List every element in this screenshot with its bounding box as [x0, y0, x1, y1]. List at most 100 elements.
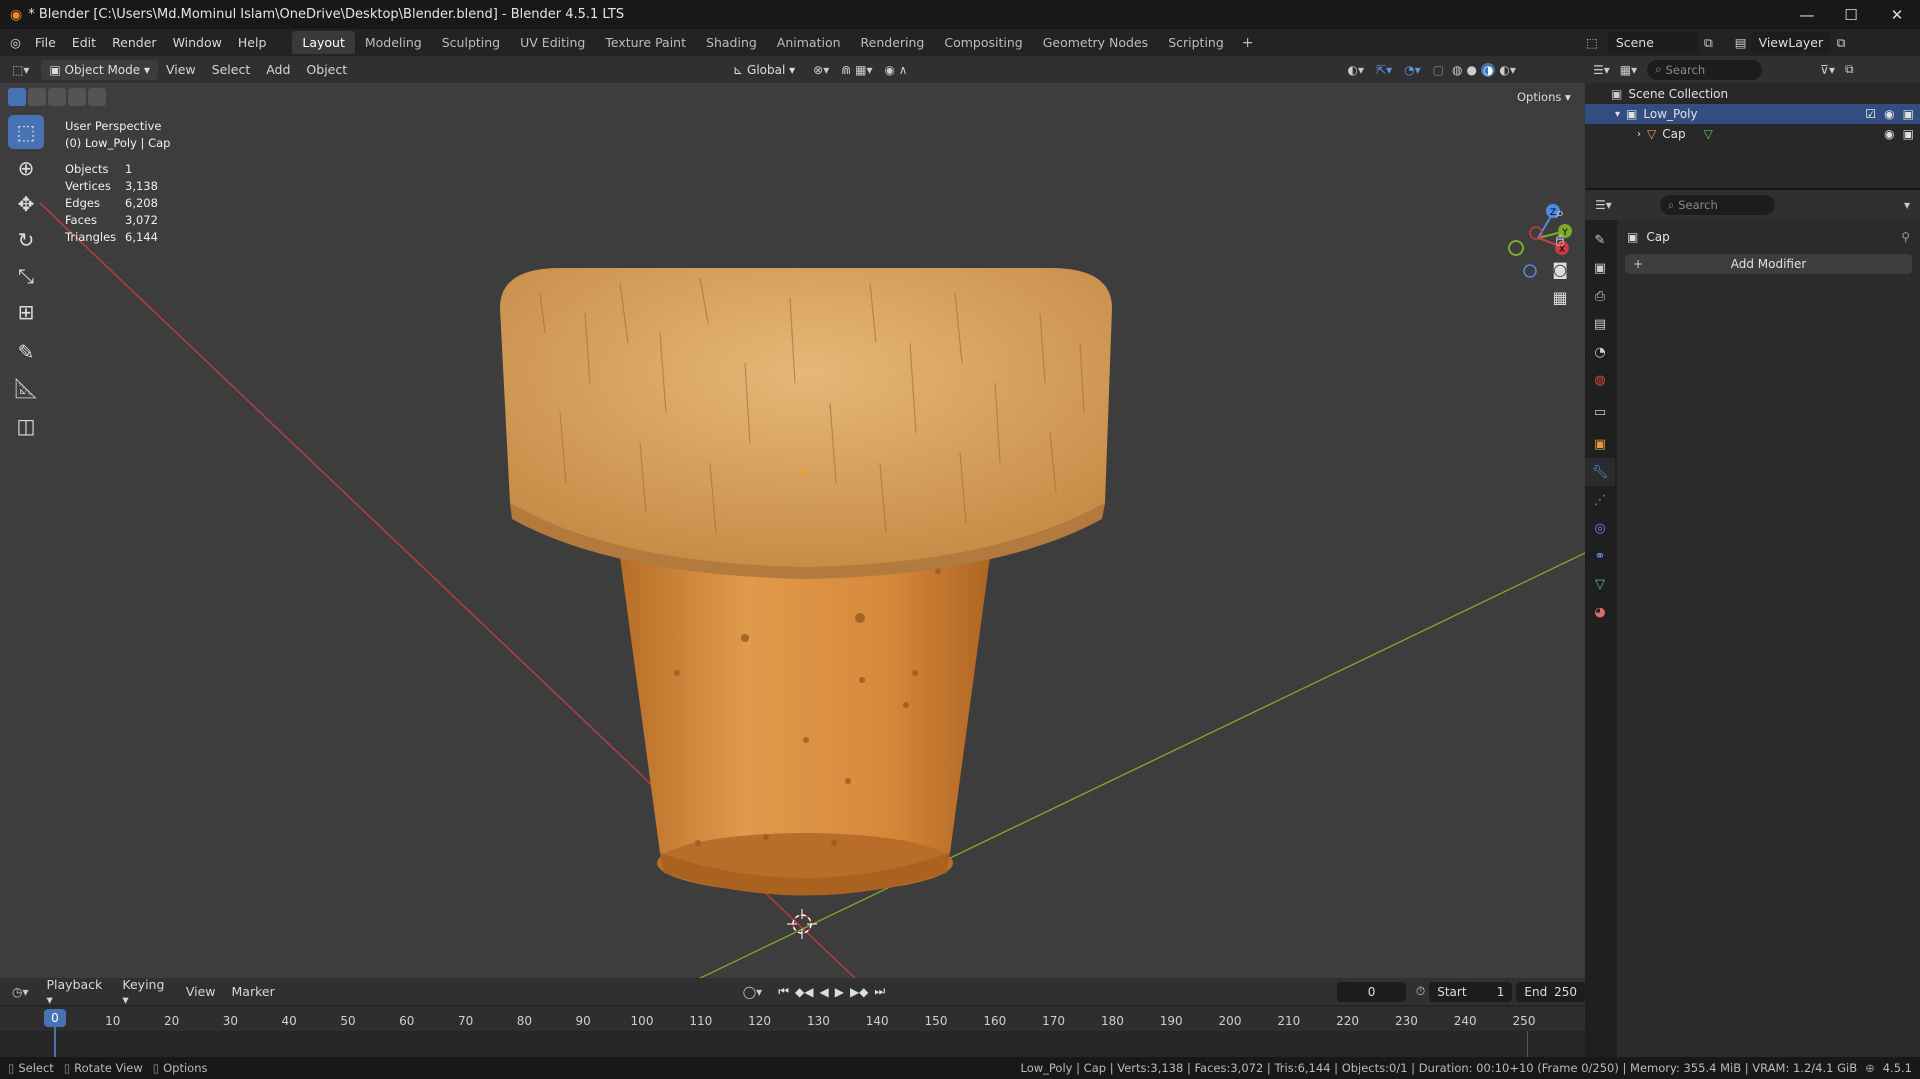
blender-menu-icon[interactable]: ◎	[10, 35, 21, 50]
auto-keying-icon[interactable]: ◯▾	[743, 985, 762, 999]
menu-window[interactable]: Window	[165, 35, 230, 50]
maximize-button[interactable]: ☐	[1828, 0, 1874, 29]
next-keyframe-icon[interactable]: ▶◆	[850, 985, 868, 999]
tab-shading[interactable]: Shading	[696, 31, 767, 54]
eye-icon[interactable]: ◉	[1884, 127, 1894, 141]
select-invert-icon[interactable]	[68, 88, 86, 106]
view-layer-field[interactable]: ViewLayer	[1750, 32, 1831, 53]
pan-hand-icon[interactable]: ✋︎	[1546, 227, 1574, 255]
tab-layout[interactable]: Layout	[292, 31, 355, 54]
snap-icon[interactable]: ⋒ ▦▾	[841, 63, 872, 77]
output-tab-icon[interactable]: ⎙	[1585, 282, 1615, 310]
outliner-search-input[interactable]: ⌕ Search	[1647, 59, 1763, 80]
play-reverse-icon[interactable]: ◀	[819, 985, 828, 999]
pivot-point-icon[interactable]: ⊗▾	[813, 63, 829, 77]
pin-icon[interactable]: ⚲	[1901, 230, 1910, 244]
solid-shading-icon[interactable]: ●	[1466, 63, 1476, 77]
material-shading-icon[interactable]: ◑	[1480, 62, 1496, 77]
new-collection-icon[interactable]: ⧉	[1845, 62, 1854, 77]
jump-start-icon[interactable]: ⏮	[778, 984, 789, 999]
outliner-editor-type-icon[interactable]: ☰▾	[1593, 63, 1610, 77]
particles-tab-icon[interactable]: ⋰	[1585, 486, 1615, 514]
outliner-scene-collection[interactable]: ▣ Scene Collection	[1585, 84, 1920, 104]
menu-render[interactable]: Render	[104, 35, 165, 50]
cursor-tool-icon[interactable]: ⊕	[8, 151, 44, 185]
tab-geometry-nodes[interactable]: Geometry Nodes	[1033, 31, 1158, 54]
menu-view[interactable]: View	[158, 62, 204, 77]
tab-scripting[interactable]: Scripting	[1158, 31, 1234, 54]
proportional-editing-icon[interactable]: ◉ ∧	[884, 63, 907, 77]
gizmo-toggle-icon[interactable]: ⇱▾	[1376, 63, 1392, 77]
menu-object[interactable]: Object	[298, 62, 355, 77]
chevron-down-icon[interactable]: ▾	[1615, 109, 1620, 120]
collection-tab-icon[interactable]: ▭	[1585, 398, 1615, 426]
scale-tool-icon[interactable]: ⤡	[8, 259, 44, 293]
current-frame-field[interactable]: 0	[1337, 981, 1406, 1002]
eye-icon[interactable]: ◉	[1884, 107, 1894, 121]
new-view-layer-icon[interactable]: ⧉	[1837, 35, 1846, 51]
visibility-icon[interactable]: ◐▾	[1348, 63, 1365, 77]
tab-modeling[interactable]: Modeling	[355, 31, 432, 54]
viewport-options-button[interactable]: Options ▾	[1509, 87, 1579, 107]
camera-icon[interactable]: ▣	[1903, 107, 1914, 121]
checkbox-icon[interactable]: ☑	[1865, 107, 1876, 121]
view-layer-tab-icon[interactable]: ▤	[1585, 310, 1615, 338]
playhead[interactable]: 0	[44, 1009, 66, 1027]
material-tab-icon[interactable]: ◕	[1585, 598, 1615, 626]
tool-tab-icon[interactable]: ✎	[1585, 226, 1615, 254]
select-box-tool-icon[interactable]: ⬚	[8, 115, 44, 149]
render-tab-icon[interactable]: ▣	[1585, 254, 1615, 282]
play-icon[interactable]: ▶	[835, 985, 844, 999]
select-intersect-icon[interactable]	[88, 88, 106, 106]
start-frame-field[interactable]: Start 1	[1429, 981, 1513, 1002]
tab-texture-paint[interactable]: Texture Paint	[595, 31, 696, 54]
properties-editor-type-icon[interactable]: ☰▾	[1595, 198, 1612, 212]
move-tool-icon[interactable]: ✥	[8, 187, 44, 221]
timeline-editor-type-icon[interactable]: ◷▾	[12, 985, 29, 999]
camera-view-icon[interactable]: ◙	[1546, 255, 1574, 283]
wireframe-shading-icon[interactable]: ◍	[1452, 63, 1462, 77]
scene-field[interactable]: Scene	[1607, 32, 1698, 53]
add-cube-tool-icon[interactable]: ◫	[8, 409, 44, 443]
physics-tab-icon[interactable]: ◎	[1585, 514, 1615, 542]
select-subtract-icon[interactable]	[48, 88, 66, 106]
camera-icon[interactable]: ▣	[1903, 127, 1914, 141]
tab-sculpting[interactable]: Sculpting	[432, 31, 510, 54]
mode-dropdown[interactable]: ▣ Object Mode ▾	[41, 59, 158, 80]
new-scene-icon[interactable]: ⧉	[1704, 35, 1713, 51]
transform-tool-icon[interactable]: ⊞	[8, 295, 44, 329]
menu-select[interactable]: Select	[204, 62, 259, 77]
tab-rendering[interactable]: Rendering	[851, 31, 935, 54]
end-frame-field[interactable]: End 250	[1516, 981, 1585, 1002]
tab-compositing[interactable]: Compositing	[934, 31, 1032, 54]
filter-icon[interactable]: ⊽▾	[1820, 63, 1835, 77]
timeline-ruler[interactable]: 0 10 20 30 40 50 60 70 80 90 100 110 120 130 140 150 16…	[0, 1005, 1585, 1057]
object-tab-icon[interactable]: ▣	[1585, 430, 1615, 458]
add-modifier-button[interactable]: + Add Modifier	[1625, 254, 1912, 274]
outliner-collection-low-poly[interactable]: ▾ ▣ Low_Poly ☑ ◉ ▣	[1585, 104, 1920, 124]
close-button[interactable]: ✕	[1874, 0, 1920, 29]
xray-icon[interactable]: ▢	[1433, 63, 1444, 77]
rendered-shading-icon[interactable]: ◐▾	[1499, 63, 1516, 77]
chevron-down-icon[interactable]: ▾	[1904, 198, 1910, 212]
editor-type-icon[interactable]: ⬚▾	[12, 63, 29, 77]
perspective-toggle-icon[interactable]: ▦	[1546, 283, 1574, 311]
properties-search-input[interactable]: ⌕ Search	[1659, 195, 1775, 215]
menu-add[interactable]: Add	[258, 62, 298, 77]
select-extend-icon[interactable]	[28, 88, 46, 106]
menu-edit[interactable]: Edit	[64, 35, 104, 50]
3d-viewport[interactable]: Z X Y Options ▾ ⌕ ✋︎ ◙ ▦	[0, 83, 1585, 978]
tab-animation[interactable]: Animation	[767, 31, 851, 54]
chevron-right-icon[interactable]: ›	[1637, 129, 1641, 140]
tab-uv-editing[interactable]: UV Editing	[510, 31, 595, 54]
stopwatch-icon[interactable]: ⏱	[1416, 984, 1425, 999]
prev-keyframe-icon[interactable]: ◆◀	[795, 985, 813, 999]
measure-tool-icon[interactable]: 📐︎	[8, 371, 44, 405]
transform-orientation-dropdown[interactable]: ⊾ Global ▾	[725, 60, 803, 80]
menu-marker[interactable]: Marker	[224, 984, 283, 999]
menu-help[interactable]: Help	[230, 35, 275, 50]
zoom-icon[interactable]: ⌕	[1546, 199, 1574, 227]
overlay-toggle-icon[interactable]: ◔▾	[1404, 63, 1421, 77]
annotate-tool-icon[interactable]: ✎	[8, 335, 44, 369]
menu-timeline-view[interactable]: View	[178, 984, 224, 999]
